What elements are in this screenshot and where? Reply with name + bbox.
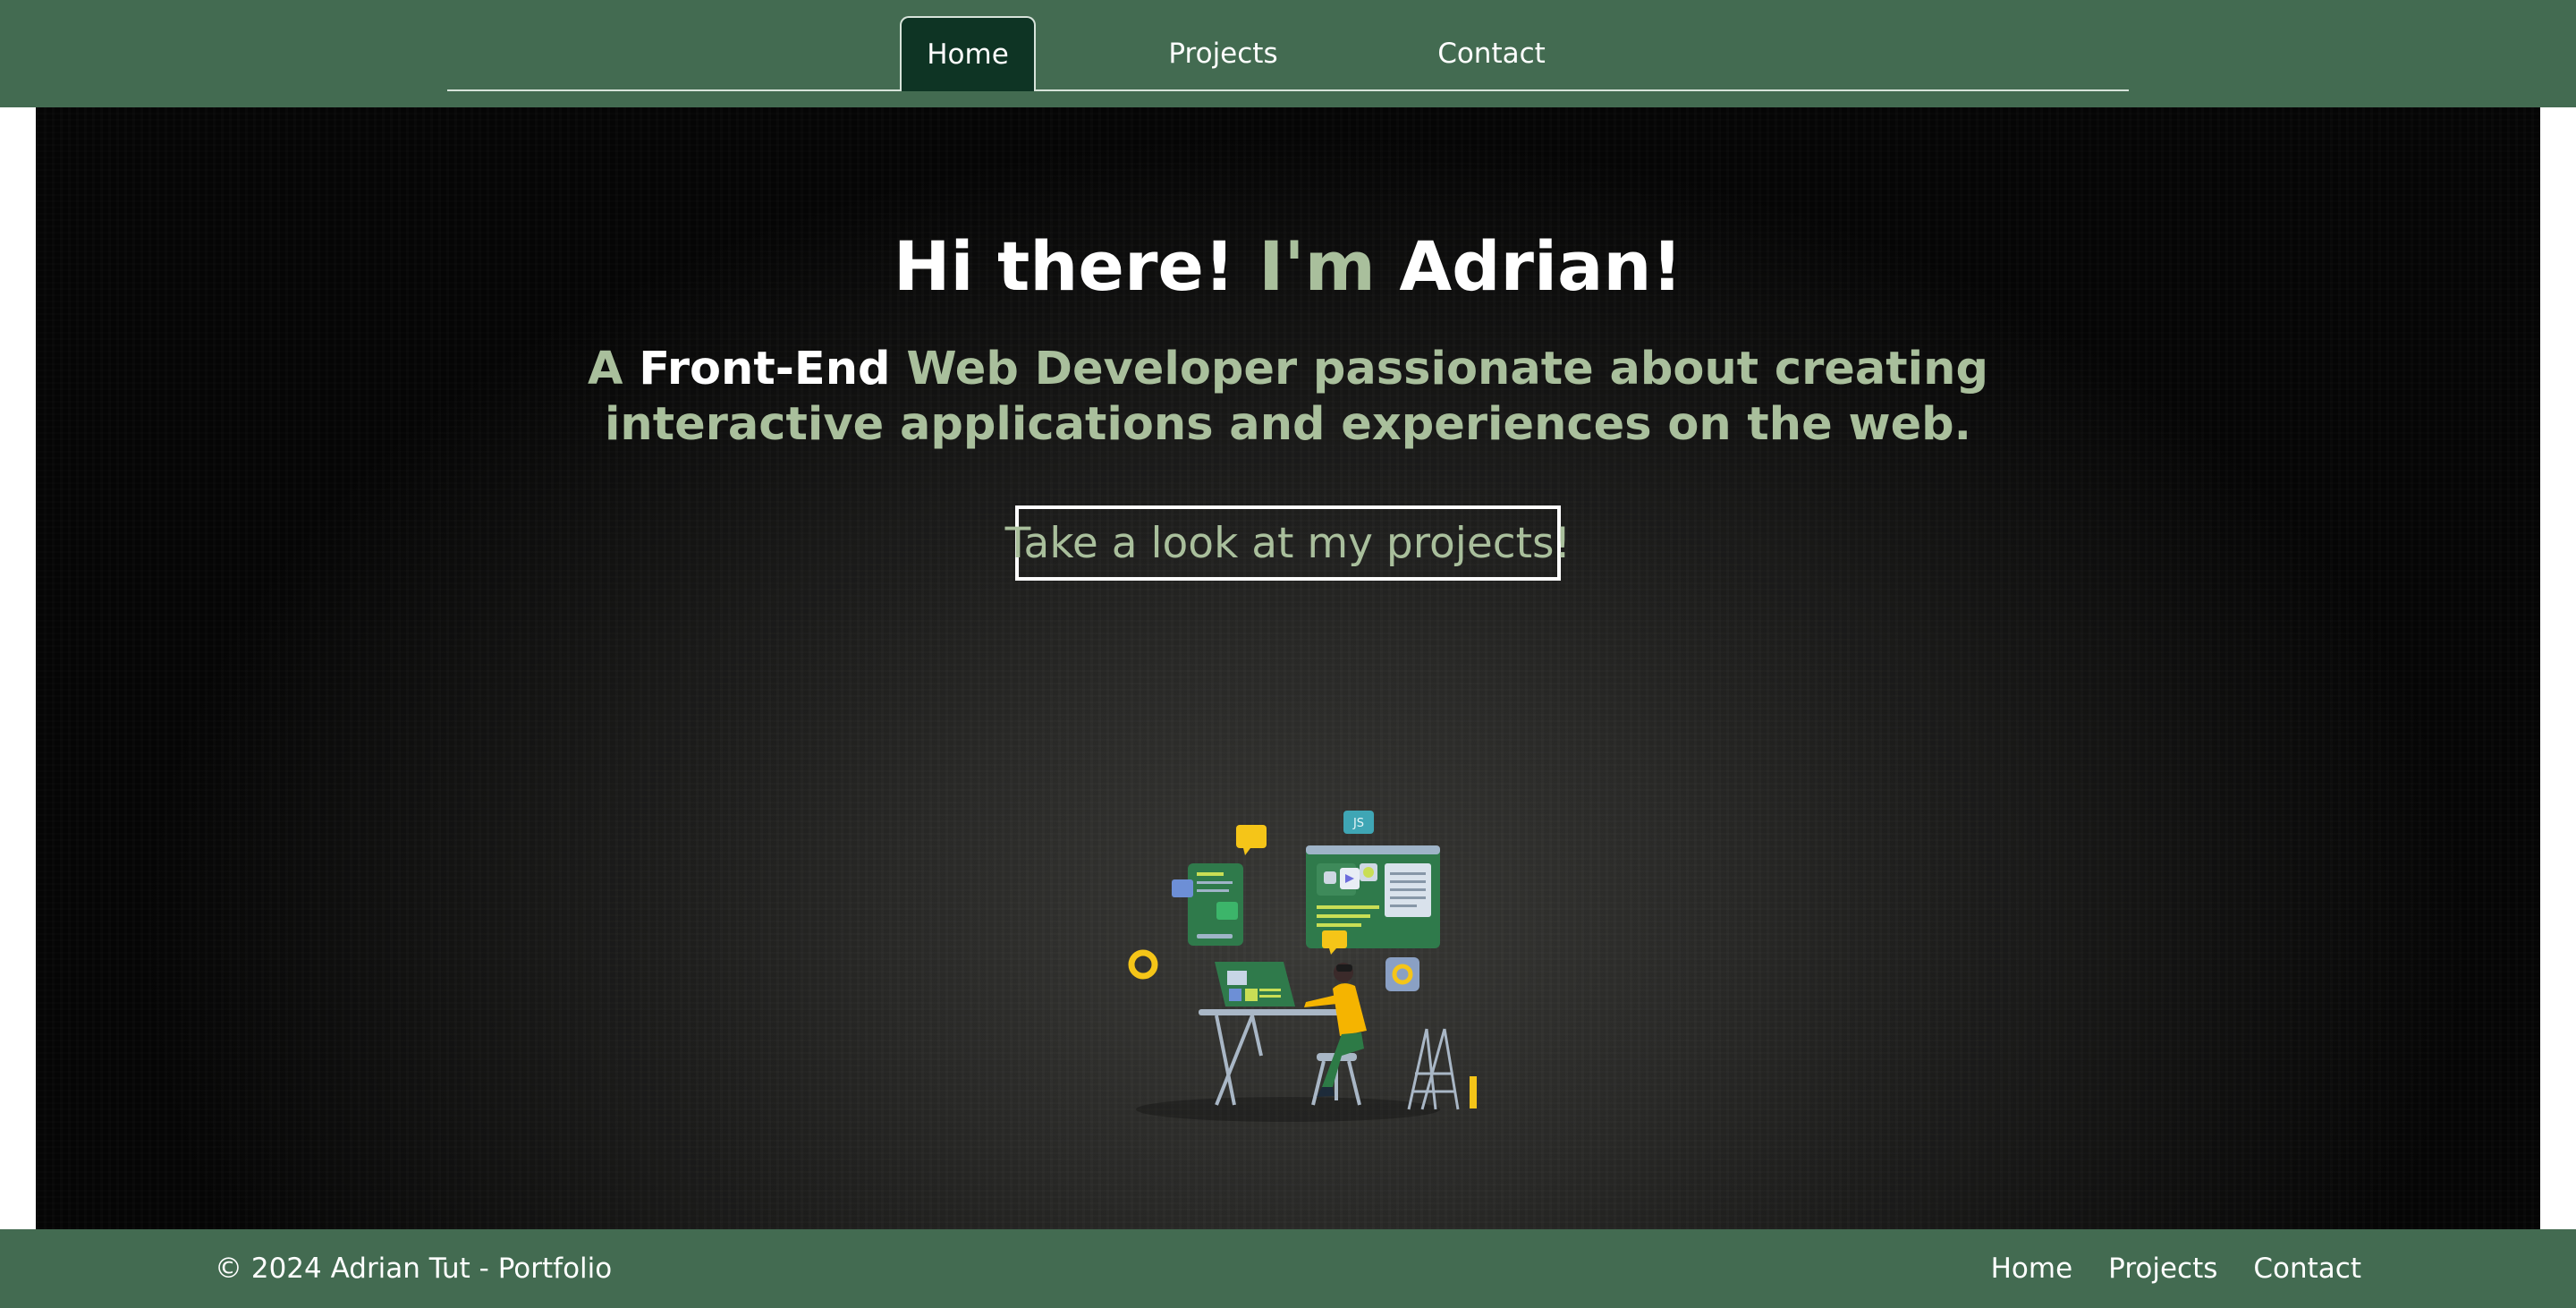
hero-title: Hi there! I'm Adrian! — [36, 225, 2540, 307]
view-projects-button-label: Take a look at my projects! — [1004, 518, 1572, 568]
person-body — [1333, 983, 1367, 1036]
tab-home[interactable]: Home — [900, 16, 1036, 91]
hero-subtitle: A Front-End Web Developer passionate abo… — [519, 342, 2057, 453]
loader-icon — [1385, 957, 1419, 991]
hero-title-part1: Hi there! — [893, 226, 1259, 306]
chat-bubble-icon — [1236, 825, 1267, 848]
footer-copyright: © 2024 Adrian Tut - Portfolio — [215, 1253, 613, 1285]
hero-section: Hi there! I'm Adrian! A Front-End Web De… — [36, 107, 2540, 1229]
yellow-bar — [1470, 1076, 1477, 1108]
hero-title-accent: I'm — [1258, 226, 1376, 306]
footer-link-contact[interactable]: Contact — [2253, 1253, 2361, 1285]
tab-projects[interactable]: Projects — [1154, 16, 1292, 91]
developer-illustration: JS — [1128, 811, 1477, 1122]
view-projects-button[interactable]: Take a look at my projects! — [1005, 505, 1571, 581]
easel — [1407, 1028, 1428, 1110]
footer-nav: Home Projects Contact — [1991, 1229, 2361, 1308]
js-badge-text: JS — [1352, 817, 1364, 830]
tab-contact[interactable]: Contact — [1422, 16, 1561, 91]
top-navbar: Home Projects Contact — [0, 0, 2576, 107]
hero-title-part2: Adrian! — [1375, 226, 1683, 306]
footer-link-home[interactable]: Home — [1991, 1253, 2073, 1285]
hero-subtitle-strong: Front-End — [639, 343, 891, 395]
footer-link-projects[interactable]: Projects — [2108, 1253, 2217, 1285]
ring-icon — [1128, 949, 1158, 980]
footer: © 2024 Adrian Tut - Portfolio Home Proje… — [0, 1229, 2576, 1308]
desk — [1199, 1009, 1360, 1015]
hero-subtitle-prefix: A — [588, 343, 640, 395]
